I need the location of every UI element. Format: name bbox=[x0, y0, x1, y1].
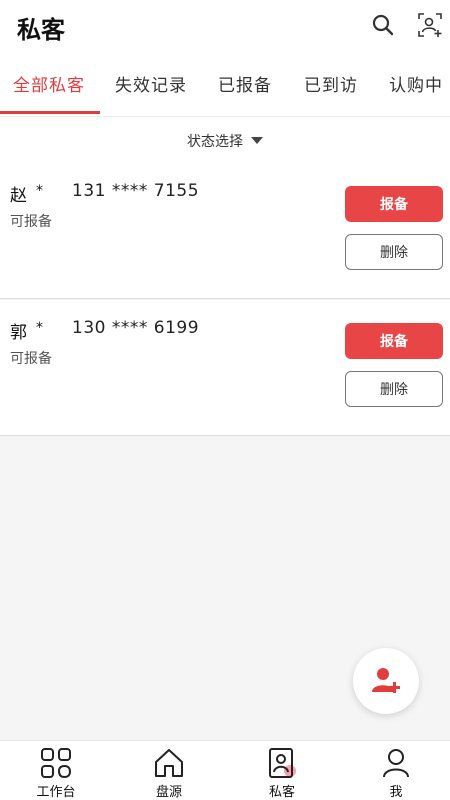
report-button[interactable]: 报备 bbox=[345, 323, 443, 359]
grid-icon bbox=[41, 748, 72, 779]
customer-name-mask: * bbox=[36, 183, 43, 199]
nav-me[interactable]: 我 bbox=[340, 741, 450, 800]
tab-expired-records[interactable]: 失效记录 bbox=[115, 56, 187, 116]
page-title: 私客 bbox=[17, 16, 65, 44]
delete-button[interactable]: 删除 bbox=[345, 371, 443, 407]
nav-workbench[interactable]: 工作台 bbox=[0, 741, 112, 800]
app-header: 私客 bbox=[0, 0, 450, 56]
tab-all-customers[interactable]: 全部私客 bbox=[13, 56, 85, 116]
tab-reported[interactable]: 已报备 bbox=[218, 56, 272, 116]
bottom-navigation: 工作台 盘源 私客 我 bbox=[0, 740, 450, 800]
customer-status: 可报备 bbox=[10, 351, 52, 367]
active-tab-indicator bbox=[0, 111, 100, 114]
add-user-icon bbox=[372, 668, 400, 693]
customer-card: 赵 * 131 **** 7155 可报备 报备 删除 bbox=[0, 163, 450, 299]
add-customer-fab[interactable] bbox=[353, 648, 419, 714]
status-filter-dropdown[interactable]: 状态选择 bbox=[0, 116, 450, 164]
nav-private-customers[interactable]: 私客 bbox=[226, 741, 338, 800]
nav-label: 私客 bbox=[268, 785, 295, 800]
customer-name-mask: * bbox=[36, 320, 43, 336]
customer-name: 赵 bbox=[10, 186, 27, 206]
tab-visited[interactable]: 已到访 bbox=[304, 56, 358, 116]
delete-button[interactable]: 删除 bbox=[345, 234, 443, 270]
tab-bar: 全部私客 失效记录 已报备 已到访 认购中 bbox=[0, 56, 450, 116]
customer-phone: 131 **** 7155 bbox=[72, 181, 200, 201]
nav-label: 我 bbox=[389, 785, 403, 800]
customer-status: 可报备 bbox=[10, 214, 52, 230]
search-button[interactable] bbox=[369, 11, 397, 39]
status-filter-label: 状态选择 bbox=[187, 133, 243, 150]
home-icon bbox=[155, 749, 183, 777]
contact-scan-icon bbox=[418, 13, 442, 37]
report-button[interactable]: 报备 bbox=[345, 186, 443, 222]
contact-scan-button[interactable] bbox=[416, 11, 444, 39]
customer-phone: 130 **** 6199 bbox=[72, 318, 200, 338]
user-icon bbox=[383, 749, 409, 778]
nav-label: 工作台 bbox=[36, 785, 76, 800]
search-icon bbox=[372, 14, 394, 36]
caret-down-icon bbox=[251, 137, 263, 144]
contact-card-icon bbox=[269, 748, 296, 778]
nav-label: 盘源 bbox=[155, 785, 182, 800]
tab-subscribing[interactable]: 认购中 bbox=[389, 56, 443, 116]
customer-card: 郭 * 130 **** 6199 可报备 报备 删除 bbox=[0, 300, 450, 436]
nav-listings[interactable]: 盘源 bbox=[113, 741, 225, 800]
customer-name: 郭 bbox=[10, 323, 27, 343]
